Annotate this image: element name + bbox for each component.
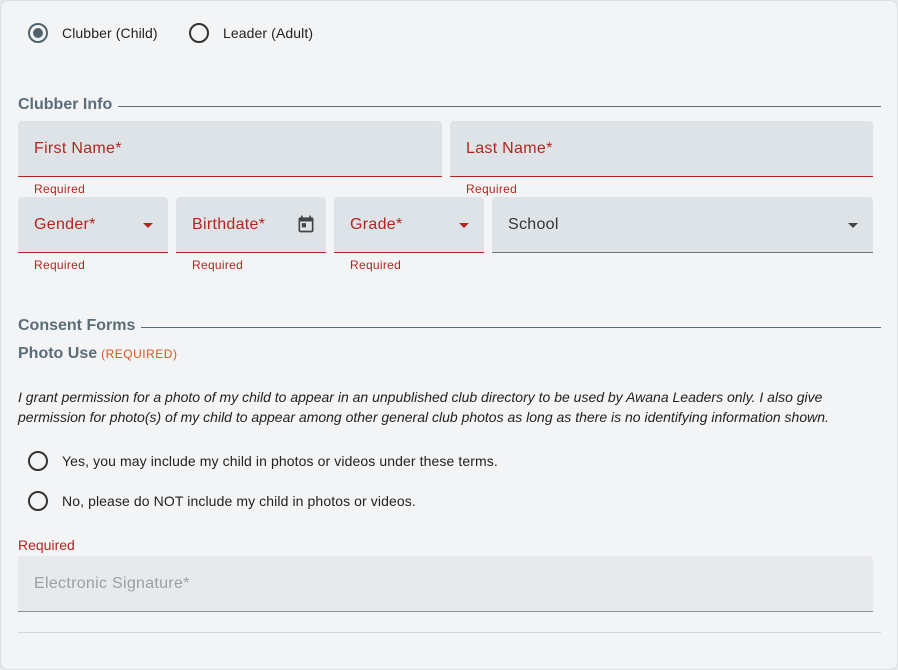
grade-label: Grade* [350, 216, 403, 233]
school-label: School [508, 216, 559, 233]
radio-leader-label: Leader (Adult) [223, 25, 314, 41]
radio-clubber-child[interactable]: Clubber (Child) [28, 23, 158, 43]
gender-select[interactable]: Gender* [18, 197, 168, 253]
gender-helper: Required [34, 258, 86, 272]
caret-down-icon[interactable] [459, 223, 469, 228]
radio-leader-indicator[interactable] [189, 23, 209, 43]
photo-use-required-message: Required [18, 537, 75, 553]
registration-form: Clubber (Child) Leader (Adult) Clubber I… [0, 0, 898, 670]
calendar-icon[interactable] [296, 214, 316, 234]
first-name-helper: Required [34, 182, 86, 196]
last-name-helper: Required [466, 182, 518, 196]
birthdate-helper: Required [192, 258, 244, 272]
birthdate-field[interactable]: Birthdate* [176, 197, 326, 253]
radio-photo-no-indicator[interactable] [28, 491, 48, 511]
radio-photo-no[interactable]: No, please do NOT include my child in ph… [28, 491, 416, 511]
grade-select[interactable]: Grade* [334, 197, 484, 253]
caret-down-icon[interactable] [143, 223, 153, 228]
clubber-info-divider [118, 105, 881, 107]
consent-forms-divider [141, 326, 881, 328]
radio-photo-yes-label: Yes, you may include my child in photos … [62, 453, 498, 469]
photo-use-title: Photo Use [18, 345, 98, 362]
clubber-info-title: Clubber Info [18, 96, 113, 113]
electronic-signature-label: Electronic Signature* [34, 575, 190, 592]
last-name-field[interactable]: Last Name* [450, 121, 873, 177]
bottom-divider [18, 632, 881, 633]
grade-helper: Required [350, 258, 402, 272]
caret-down-icon[interactable] [848, 223, 858, 228]
radio-photo-yes[interactable]: Yes, you may include my child in photos … [28, 451, 498, 471]
consent-forms-header: Consent Forms [18, 317, 881, 335]
school-select[interactable]: School [492, 197, 873, 253]
consent-forms-title: Consent Forms [18, 317, 136, 334]
radio-photo-yes-indicator[interactable] [28, 451, 48, 471]
photo-use-heading: Photo Use (REQUIRED) [18, 345, 177, 363]
radio-photo-no-label: No, please do NOT include my child in ph… [62, 493, 416, 509]
first-name-label: First Name* [34, 140, 122, 157]
radio-clubber-label: Clubber (Child) [62, 25, 158, 41]
radio-leader-adult[interactable]: Leader (Adult) [189, 23, 313, 43]
gender-label: Gender* [34, 216, 96, 233]
first-name-field[interactable]: First Name* [18, 121, 442, 177]
photo-use-required-tag: (REQUIRED) [101, 347, 178, 361]
last-name-label: Last Name* [466, 140, 553, 157]
photo-use-consent-text: I grant permission for a photo of my chi… [18, 389, 829, 425]
electronic-signature-field[interactable]: Electronic Signature* [18, 556, 873, 612]
birthdate-label: Birthdate* [192, 216, 266, 233]
clubber-info-header: Clubber Info [18, 96, 881, 114]
radio-clubber-indicator[interactable] [28, 23, 48, 43]
